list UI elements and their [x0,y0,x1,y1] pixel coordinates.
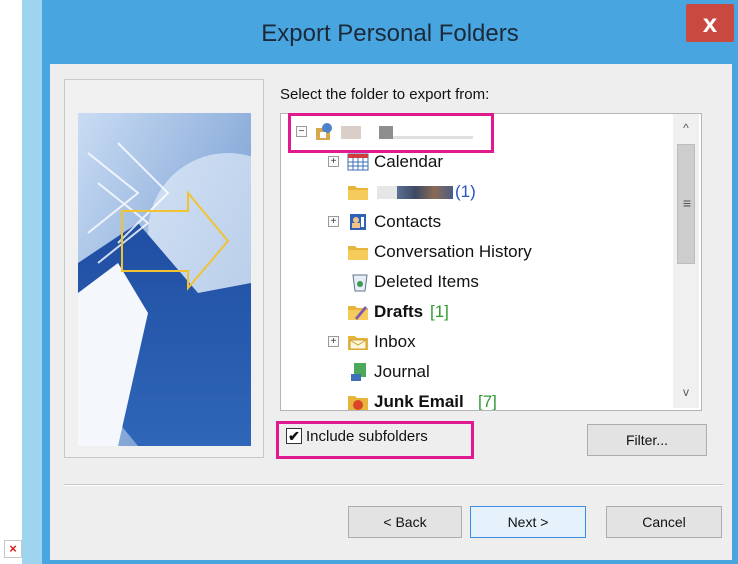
tree-item-count: (1) [455,182,476,201]
wizard-graphic-icon [78,113,251,446]
title-bar[interactable]: Export Personal Folders [42,0,738,72]
contacts-icon [350,214,366,230]
divider [64,485,724,486]
expand-icon[interactable]: + [328,216,339,227]
tree-item-label: Conversation History [374,242,532,261]
instruction-label: Select the folder to export from: [280,86,490,103]
redacted-text [377,186,397,199]
filter-button[interactable]: Filter... [587,424,707,456]
tree-item-label: Journal [374,362,430,381]
tree-item-label: Deleted Items [374,272,479,291]
tree-item-label: Inbox [374,332,416,351]
broken-image-icon: × [4,540,22,558]
include-subfolders-checkbox[interactable]: ✔ [286,428,302,444]
tree-item-count: [1] [430,302,449,321]
expand-icon[interactable]: + [328,156,339,167]
tree-scrollbar[interactable]: ^ ≡ v [673,114,699,408]
scroll-down-arrow-icon[interactable]: v [673,382,699,402]
folder-icon [348,186,368,200]
close-button[interactable]: x [686,4,734,42]
folder-tree[interactable]: − + Calendar (1) + Contacts Conversation… [280,113,702,411]
include-subfolders-label[interactable]: Include subfolders [306,428,428,445]
folder-icon [348,246,368,260]
tree-item-count: [7] [478,392,497,411]
trash-icon [352,274,368,292]
scroll-up-arrow-icon[interactable]: ^ [673,118,699,138]
back-button[interactable]: < Back [348,506,462,538]
drafts-icon [348,306,368,320]
journal-icon [351,363,366,381]
highlight-root-folder [288,113,494,153]
cancel-button[interactable]: Cancel [606,506,722,538]
inbox-icon [348,336,368,350]
tree-item-label: Junk Email [374,392,464,411]
next-button[interactable]: Next > [470,506,586,538]
tree-item-label: Drafts [374,302,424,321]
redacted-text [397,186,453,199]
grip-icon: ≡ [682,195,692,211]
scroll-thumb[interactable]: ≡ [677,144,695,264]
expand-icon[interactable]: + [328,336,339,347]
tree-item-label: Contacts [374,212,442,231]
calendar-icon [347,153,369,171]
junk-icon [348,396,368,410]
dialog-title: Export Personal Folders [261,20,519,47]
